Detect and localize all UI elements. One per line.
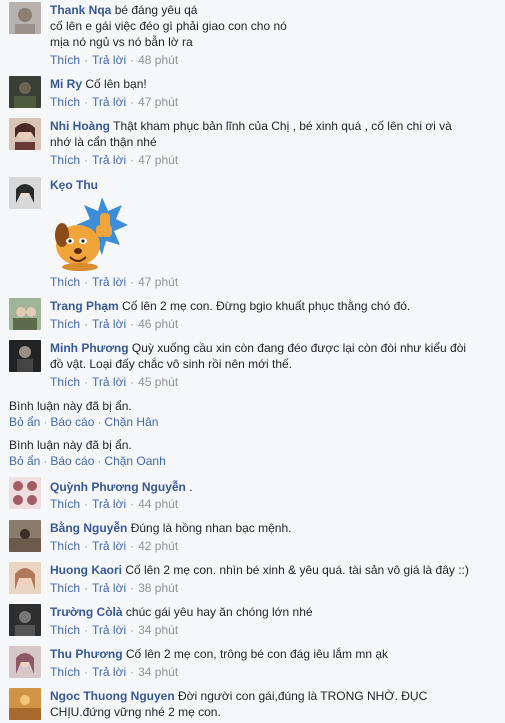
avatar[interactable] bbox=[9, 520, 41, 552]
avatar[interactable] bbox=[9, 646, 41, 678]
comment-text: cố lên e gái việc đéo gì phải giao con c… bbox=[50, 19, 287, 33]
timestamp[interactable]: 44 phút bbox=[138, 497, 178, 511]
reply-button[interactable]: Trả lời bbox=[92, 623, 126, 637]
like-button[interactable]: Thích bbox=[50, 275, 80, 289]
block-button[interactable]: Chặn Oanh bbox=[104, 454, 165, 468]
commenter-name[interactable]: Quỳnh Phương Nguyễn bbox=[50, 480, 186, 494]
commenter-name[interactable]: Huong Kaori bbox=[50, 563, 122, 577]
comment-text: Đời người con gái,đúng là TRONG NHỜ. ĐỤC bbox=[178, 689, 428, 703]
commenter-name[interactable]: Mi Ry bbox=[50, 77, 82, 91]
comment-item: Thu Phương Cố lên 2 mẹ con, trông bé con… bbox=[0, 644, 505, 680]
unhide-button[interactable]: Bỏ ẩn bbox=[9, 415, 40, 429]
dog-thumbs-up-sticker[interactable] bbox=[50, 195, 130, 273]
comment-item: Ngoc Thuong Nguyen Đời người con gái,đún… bbox=[0, 686, 505, 723]
reply-button[interactable]: Trả lời bbox=[92, 53, 126, 67]
timestamp[interactable]: 47 phút bbox=[138, 95, 178, 109]
reply-button[interactable]: Trả lời bbox=[92, 497, 126, 511]
avatar[interactable] bbox=[9, 298, 41, 330]
avatar[interactable] bbox=[9, 76, 41, 108]
hidden-comment: Bình luận này đã bị ẩn. Bỏ ẩn · Báo cáo · Ch… bbox=[9, 438, 166, 468]
comment-text: Cố lên 2 mẹ con. Đừng bgio khuất phục th… bbox=[122, 299, 411, 313]
comment-text: Đúng là hồng nhan bạc mệnh. bbox=[130, 521, 292, 535]
comment-text: Cố lên 2 mẹ con, trông bé con đág iêu lắ… bbox=[125, 647, 389, 661]
comment-text: Cố lên 2 mẹ con. nhìn bé xinh & yêu quá.… bbox=[125, 563, 469, 577]
comment-item: Thank Nqa bé đáng yêu qá cố lên e gái vi… bbox=[0, 0, 505, 68]
reply-button[interactable]: Trả lời bbox=[92, 95, 126, 109]
comment-item: Trang Phạm Cố lên 2 mẹ con. Đừng bgio kh… bbox=[0, 296, 505, 334]
hidden-notice: Bình luận này đã bị ẩn. bbox=[9, 399, 132, 413]
comment-item: Mi Ry Cố lên bạn! Thích · Trả lời · 47 phút bbox=[0, 74, 505, 114]
commenter-name[interactable]: Thu Phương bbox=[50, 647, 123, 661]
like-button[interactable]: Thích bbox=[50, 497, 80, 511]
like-button[interactable]: Thích bbox=[50, 665, 80, 679]
reply-button[interactable]: Trả lời bbox=[92, 665, 126, 679]
timestamp[interactable]: 34 phút bbox=[138, 665, 178, 679]
reply-button[interactable]: Trả lời bbox=[92, 375, 126, 389]
comment-text: Thật kham phục bản lĩnh của Chị , bé xin… bbox=[113, 119, 452, 133]
timestamp[interactable]: 42 phút bbox=[138, 539, 178, 553]
timestamp[interactable]: 47 phút bbox=[138, 275, 178, 289]
commenter-name[interactable]: Kẹo Thu bbox=[50, 178, 98, 192]
comment-item: Minh Phương Quỳ xuống cầu xin còn đang đ… bbox=[0, 338, 505, 392]
commenter-name[interactable]: Minh Phương bbox=[50, 341, 129, 355]
avatar[interactable] bbox=[9, 688, 41, 720]
comment-text: chúc gái yêu hay ăn chóng lớn nhé bbox=[125, 605, 313, 619]
avatar[interactable] bbox=[9, 562, 41, 594]
like-button[interactable]: Thích bbox=[50, 539, 80, 553]
reply-button[interactable]: Trả lời bbox=[92, 317, 126, 331]
block-button[interactable]: Chặn Hân bbox=[104, 415, 158, 429]
like-button[interactable]: Thích bbox=[50, 53, 80, 67]
avatar[interactable] bbox=[9, 604, 41, 636]
comment-item: Huong Kaori Cố lên 2 mẹ con. nhìn bé xin… bbox=[0, 560, 505, 596]
timestamp[interactable]: 48 phút bbox=[138, 53, 178, 67]
commenter-name[interactable]: Ngoc Thuong Nguyen bbox=[50, 689, 175, 703]
like-button[interactable]: Thích bbox=[50, 623, 80, 637]
like-button[interactable]: Thích bbox=[50, 375, 80, 389]
reply-button[interactable]: Trả lời bbox=[92, 581, 126, 595]
comment-text: Quỳ xuống cầu xin còn đang đéo được lại … bbox=[131, 341, 467, 355]
like-button[interactable]: Thích bbox=[50, 153, 80, 167]
comment-item: Nhi Hoàng Thật kham phục bản lĩnh của Ch… bbox=[0, 116, 505, 172]
like-button[interactable]: Thích bbox=[50, 317, 80, 331]
reply-button[interactable]: Trả lời bbox=[92, 275, 126, 289]
avatar[interactable] bbox=[9, 118, 41, 150]
comment-text: . bbox=[189, 480, 193, 494]
commenter-name[interactable]: Bằng Nguyễn bbox=[50, 521, 127, 535]
like-button[interactable]: Thích bbox=[50, 95, 80, 109]
timestamp[interactable]: 45 phút bbox=[138, 375, 178, 389]
avatar[interactable] bbox=[9, 477, 41, 509]
commenter-name[interactable]: Thank Nqa bbox=[50, 3, 111, 17]
hidden-notice: Bình luận này đã bị ẩn. bbox=[9, 438, 132, 452]
comment-text: CHỊU.đứng vững nhé 2 mẹ con. bbox=[50, 705, 221, 719]
comment-item: Quỳnh Phương Nguyễn . Thích · Trả lời · 44 p… bbox=[0, 477, 505, 513]
comment-text: Cố lên bạn! bbox=[85, 77, 147, 91]
comment-item: Kẹo Thu Thích · Trả lời · 47 phút bbox=[0, 175, 505, 291]
commenter-name[interactable]: Nhi Hoàng bbox=[50, 119, 110, 133]
avatar[interactable] bbox=[9, 177, 41, 209]
timestamp[interactable]: 38 phút bbox=[138, 581, 178, 595]
timestamp[interactable]: 34 phút bbox=[138, 623, 178, 637]
timestamp[interactable]: 46 phút bbox=[138, 317, 178, 331]
reply-button[interactable]: Trả lời bbox=[92, 153, 126, 167]
reply-button[interactable]: Trả lời bbox=[92, 539, 126, 553]
report-button[interactable]: Báo cáo bbox=[50, 415, 94, 429]
comment-item: Bằng Nguyễn Đúng là hồng nhan bạc mệnh. … bbox=[0, 518, 505, 554]
comment-text: bé đáng yêu qá bbox=[114, 3, 198, 17]
comment-text: nhớ là cẩn thận nhé bbox=[50, 135, 157, 149]
unhide-button[interactable]: Bỏ ẩn bbox=[9, 454, 40, 468]
commenter-name[interactable]: Trường Còlà bbox=[50, 605, 123, 619]
timestamp[interactable]: 47 phút bbox=[138, 153, 178, 167]
hidden-comment: Bình luận này đã bị ẩn. Bỏ ẩn · Báo cáo · Ch… bbox=[9, 399, 159, 429]
avatar[interactable] bbox=[9, 2, 41, 34]
commenter-name[interactable]: Trang Phạm bbox=[50, 299, 119, 313]
avatar[interactable] bbox=[9, 340, 41, 372]
comment-text: mịa nó ngủ vs nó bẫn lờ ra bbox=[50, 35, 193, 49]
comment-item: Trường Còlà chúc gái yêu hay ăn chóng lớ… bbox=[0, 602, 505, 638]
report-button[interactable]: Báo cáo bbox=[50, 454, 94, 468]
like-button[interactable]: Thích bbox=[50, 581, 80, 595]
comment-text: đồ vật. Loại đấy chắc vô sinh rồi nên mớ… bbox=[50, 357, 293, 371]
